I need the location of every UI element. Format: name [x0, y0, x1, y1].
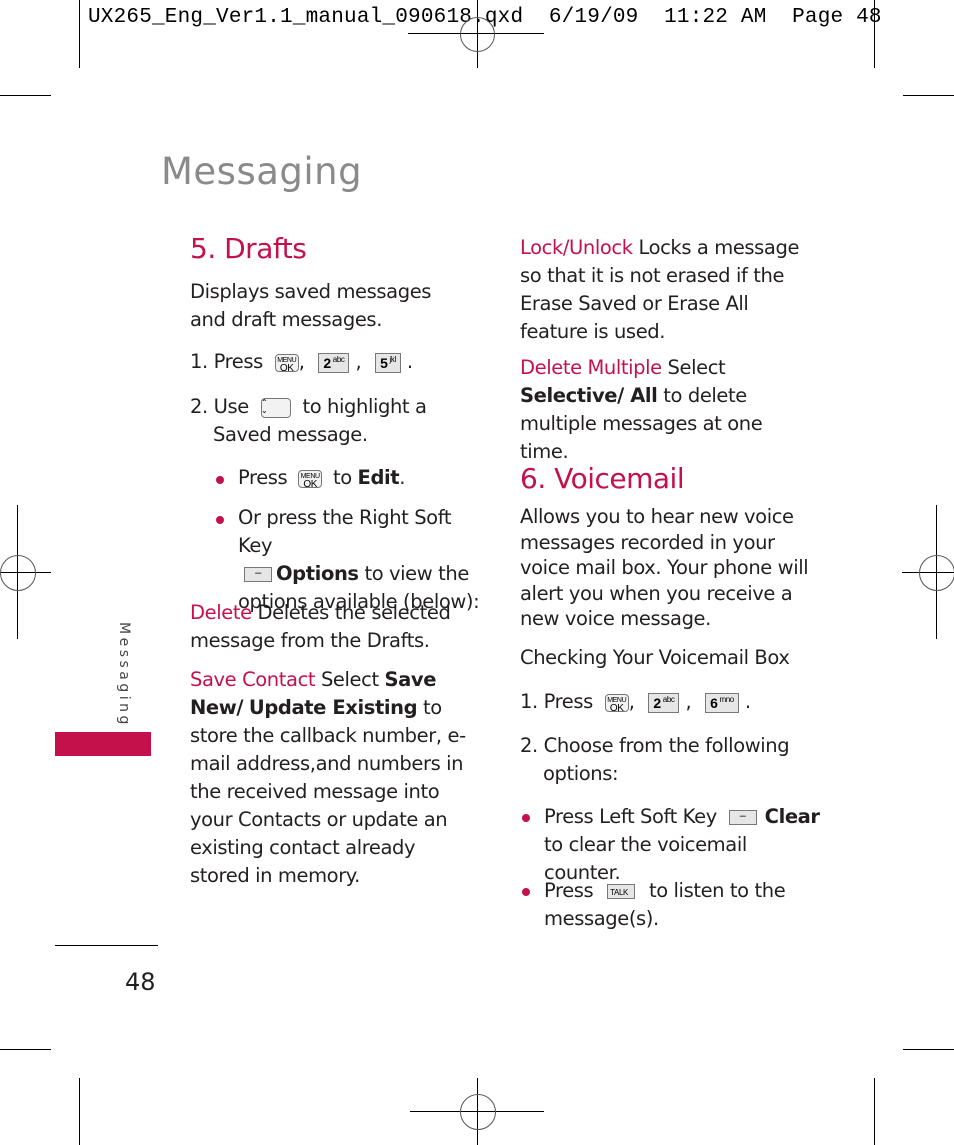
right-soft-key-icon: – [244, 567, 272, 582]
option-term: Delete Multiple [520, 356, 662, 379]
voicemail-bullet-clear: Press Left Soft Key – Clear to clear the … [544, 805, 820, 884]
menu-ok-key-icon: MENU OK [274, 353, 299, 373]
footer-rule [55, 945, 158, 946]
crop-mark [903, 1049, 954, 1050]
section-heading-drafts: 5. Drafts [190, 232, 307, 265]
option-save-contact: Save Contact Select Save New/ Update Exi… [190, 668, 466, 887]
bullet [216, 476, 224, 484]
side-tab-bar [55, 732, 151, 756]
crop-mark [874, 1078, 875, 1145]
registration-circle [460, 17, 495, 52]
crop-mark [874, 0, 875, 68]
voicemail-step-1: 1. Press MENU OK, 2 abc, 6 mno. [520, 690, 751, 714]
page-number: 48 [125, 968, 156, 996]
registration-circle [919, 555, 954, 591]
crop-mark [0, 95, 51, 96]
bullet [216, 516, 224, 524]
navigation-key-icon: ⌃ ⌄ [260, 397, 291, 418]
bullet [522, 814, 530, 822]
key-2-abc-icon: 2 abc [318, 352, 350, 373]
drafts-step-1: 1. Press MENU OK, 2 abc, 5 jkl. [190, 350, 413, 374]
side-tab-label: Messaging [116, 622, 132, 728]
crop-mark [903, 95, 954, 96]
menu-ok-key-icon: MENU OK [604, 693, 629, 713]
option-delete-multiple: Delete Multiple Select Selective/ All to… [520, 356, 763, 463]
key-2-abc-icon: 2 abc [648, 692, 680, 713]
section-heading-voicemail: 6. Voicemail [520, 462, 685, 495]
drafts-intro: Displays saved messages and draft messag… [190, 280, 432, 331]
registration-circle [0, 555, 36, 591]
talk-key-icon: TALK [607, 884, 636, 899]
registration-circle [460, 1094, 496, 1130]
voicemail-subheading: Checking Your Voicemail Box [520, 646, 790, 669]
option-term: Save Contact [190, 668, 316, 691]
crop-mark [79, 0, 80, 68]
option-term: Delete [190, 601, 252, 624]
option-term: Lock/Unlock [520, 236, 633, 259]
menu-ok-key-icon: MENU OK [298, 469, 323, 489]
crop-mark [0, 1049, 51, 1050]
voicemail-bullet-talk: Press TALK to listen to the message(s). [544, 879, 786, 930]
option-lock-unlock: Lock/Unlock Locks a message so that it i… [520, 236, 800, 343]
key-6-mno-icon: 6 mno [705, 692, 739, 713]
voicemail-intro: Allows you to hear new voice messages re… [520, 505, 809, 630]
drafts-step-2: 2. Use ⌃ ⌄ to highlight a Saved message. [190, 395, 427, 446]
left-soft-key-icon: – [728, 810, 757, 825]
page-title: Messaging [161, 150, 363, 193]
bullet [522, 888, 530, 896]
drafts-bullet-edit: Press MENU OK to Edit. [238, 466, 406, 490]
crop-mark [79, 1078, 80, 1145]
key-5-jkl-icon: 5 jkl [375, 352, 401, 373]
option-delete: Delete Deletes the selected message from… [190, 601, 451, 652]
step-text: 1. Press [190, 350, 263, 373]
voicemail-step-2: 2. Choose from the following options: [520, 734, 790, 785]
